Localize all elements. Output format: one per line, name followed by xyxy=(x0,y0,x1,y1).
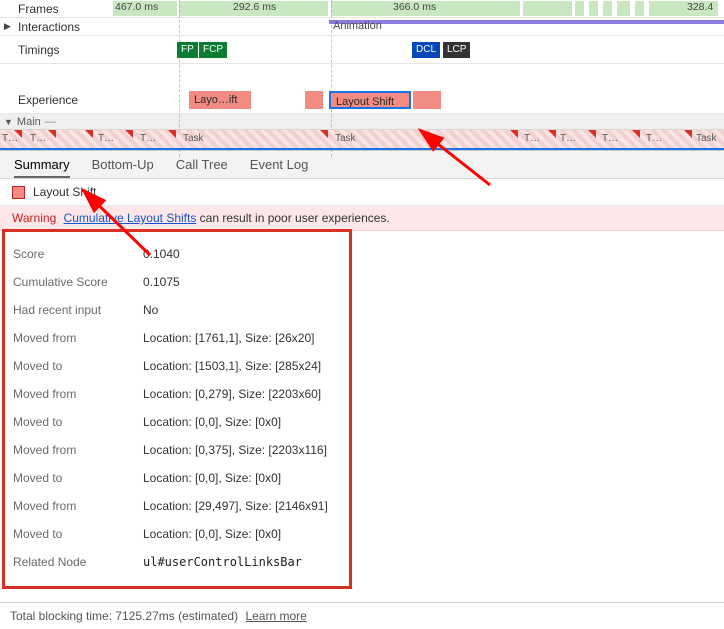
details-row: Moved toLocation: [1503,1], Size: [285x2… xyxy=(13,352,339,380)
timings-track[interactable]: FP FCP DCL LCP xyxy=(113,36,724,63)
details-value: No xyxy=(143,303,158,317)
blocking-time-text: Total blocking time: 7125.27ms (estimate… xyxy=(10,609,238,623)
warning-tail: can result in poor user experiences. xyxy=(196,211,389,225)
chevron-right-icon[interactable]: ▶ xyxy=(4,21,11,32)
task-label: T… xyxy=(560,133,576,144)
timing-pill-dcl[interactable]: DCL xyxy=(412,42,440,58)
details-key: Moved from xyxy=(13,387,143,401)
details-value: Location: [1761,1], Size: [26x20] xyxy=(143,331,314,345)
interactions-track[interactable]: Animation xyxy=(113,18,724,35)
details-row: Moved fromLocation: [0,375], Size: [2203… xyxy=(13,436,339,464)
timing-pill-fp[interactable]: FP xyxy=(177,42,198,58)
details-row: Related Nodeul#userControlLinksBar xyxy=(13,548,339,576)
details-value: Location: [0,279], Size: [2203x60] xyxy=(143,387,321,401)
row-label-interactions: Interactions xyxy=(18,20,113,34)
related-node-link[interactable]: ul#userControlLinksBar xyxy=(143,555,302,569)
frames-track[interactable]: 467.0 ms 292.6 ms 366.0 ms 328.4 xyxy=(113,0,724,17)
frame-duration: 467.0 ms xyxy=(115,1,158,13)
details-key: Related Node xyxy=(13,555,143,569)
details-row: Had recent inputNo xyxy=(13,296,339,324)
warning-label: Warning xyxy=(12,211,56,225)
event-title-row: Layout Shift xyxy=(0,179,724,206)
details-key: Moved to xyxy=(13,471,143,485)
details-row: Moved toLocation: [0,0], Size: [0x0] xyxy=(13,464,339,492)
details-key: Moved to xyxy=(13,415,143,429)
timing-pill-lcp[interactable]: LCP xyxy=(443,42,470,58)
details-key: Moved to xyxy=(13,527,143,541)
main-dash: — xyxy=(45,116,56,128)
details-value: Location: [1503,1], Size: [285x24] xyxy=(143,359,321,373)
details-key: Moved from xyxy=(13,331,143,345)
task-label: T… xyxy=(30,133,46,144)
details-table: Score0.1040Cumulative Score0.1075Had rec… xyxy=(2,229,352,589)
main-thread-header[interactable]: ▼ Main — xyxy=(0,114,724,130)
details-value: Location: [0,0], Size: [0x0] xyxy=(143,527,281,541)
details-row: Moved fromLocation: [29,497], Size: [214… xyxy=(13,492,339,520)
details-value: Location: [0,0], Size: [0x0] xyxy=(143,471,281,485)
details-row: Moved fromLocation: [0,279], Size: [2203… xyxy=(13,380,339,408)
row-label-main: Main xyxy=(17,116,41,128)
tab-event-log[interactable]: Event Log xyxy=(250,157,309,178)
details-row: Cumulative Score0.1075 xyxy=(13,268,339,296)
task-label: T… xyxy=(140,133,156,144)
layout-shift-event-small[interactable] xyxy=(413,91,441,109)
task-label: Task xyxy=(183,133,204,144)
task-label: T… xyxy=(98,133,114,144)
layout-shift-event[interactable]: Layo…ift xyxy=(189,91,251,109)
frame-duration: 328.4 xyxy=(687,1,713,13)
details-key: Moved to xyxy=(13,359,143,373)
frame-duration: 366.0 ms xyxy=(393,1,436,13)
details-value: Location: [29,497], Size: [2146x91] xyxy=(143,499,328,513)
details-tabs: Summary Bottom-Up Call Tree Event Log xyxy=(0,151,724,179)
warning-bar: Warning Cumulative Layout Shifts can res… xyxy=(0,206,724,231)
task-label: T… xyxy=(524,133,540,144)
details-value: Location: [0,0], Size: [0x0] xyxy=(143,415,281,429)
timeline-panel[interactable]: Frames 467.0 ms 292.6 ms 366.0 ms 328.4 … xyxy=(0,0,724,151)
animation-bar[interactable] xyxy=(329,20,724,24)
timing-pill-fcp[interactable]: FCP xyxy=(199,42,227,58)
task-label: T… xyxy=(646,133,662,144)
row-label-experience: Experience xyxy=(18,93,113,107)
footer-bar: Total blocking time: 7125.27ms (estimate… xyxy=(0,602,724,629)
details-key: Score xyxy=(13,247,143,261)
task-label: T… xyxy=(602,133,618,144)
details-value: Location: [0,375], Size: [2203x116] xyxy=(143,443,327,457)
animation-label: Animation xyxy=(333,20,382,32)
task-label: Task xyxy=(696,133,717,144)
chevron-down-icon[interactable]: ▼ xyxy=(4,117,13,127)
timeline-spacer xyxy=(0,64,724,86)
timeline-row-timings[interactable]: Timings FP FCP DCL LCP xyxy=(0,36,724,64)
tab-summary[interactable]: Summary xyxy=(14,157,70,178)
details-row: Score0.1040 xyxy=(13,240,339,268)
main-task-strip[interactable]: T… T… T… T… Task Task T… T… T… T… Task xyxy=(0,130,724,150)
task-label: T… xyxy=(2,133,18,144)
details-row: Moved fromLocation: [1761,1], Size: [26x… xyxy=(13,324,339,352)
details-key: Moved from xyxy=(13,499,143,513)
row-label-frames: Frames xyxy=(18,2,113,16)
timeline-row-interactions[interactable]: ▶ Interactions Animation xyxy=(0,18,724,36)
learn-more-link[interactable]: Learn more xyxy=(245,609,306,623)
timeline-row-frames[interactable]: Frames 467.0 ms 292.6 ms 366.0 ms 328.4 xyxy=(0,0,724,18)
tab-bottom-up[interactable]: Bottom-Up xyxy=(92,157,154,178)
details-row: Moved toLocation: [0,0], Size: [0x0] xyxy=(13,408,339,436)
details-row: Moved toLocation: [0,0], Size: [0x0] xyxy=(13,520,339,548)
layout-shift-event-small[interactable] xyxy=(305,91,323,109)
frame-duration: 292.6 ms xyxy=(233,1,276,13)
task-label: Task xyxy=(335,133,356,144)
event-title: Layout Shift xyxy=(33,185,96,199)
experience-track[interactable]: Layo…ift Layout Shift xyxy=(113,86,724,113)
warning-link[interactable]: Cumulative Layout Shifts xyxy=(64,211,197,225)
timeline-row-experience[interactable]: Experience Layo…ift Layout Shift xyxy=(0,86,724,114)
details-key: Had recent input xyxy=(13,303,143,317)
row-label-timings: Timings xyxy=(18,43,113,57)
tab-call-tree[interactable]: Call Tree xyxy=(176,157,228,178)
details-key: Cumulative Score xyxy=(13,275,143,289)
details-key: Moved from xyxy=(13,443,143,457)
color-swatch-icon xyxy=(12,186,25,199)
details-value: 0.1040 xyxy=(143,247,180,261)
layout-shift-event-selected[interactable]: Layout Shift xyxy=(329,91,411,109)
details-value: 0.1075 xyxy=(143,275,180,289)
